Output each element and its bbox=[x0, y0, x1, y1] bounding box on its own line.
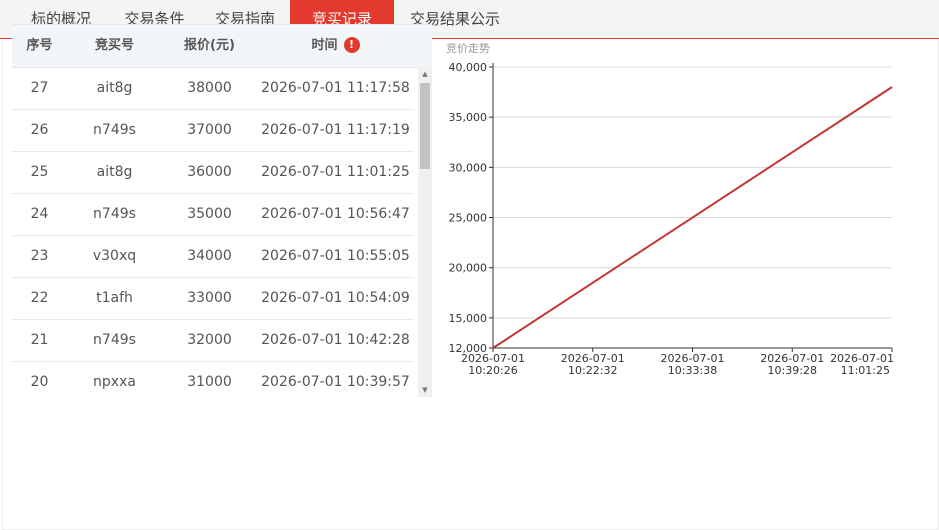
table-row: 24 n749s 35000 2026-07-01 10:56:47 bbox=[12, 193, 414, 236]
row-bidder: n749s bbox=[93, 332, 136, 348]
row-time: 2026-07-01 10:42:28 bbox=[261, 332, 410, 348]
table-scrollbar[interactable]: ▲ ▼ bbox=[418, 67, 432, 397]
row-seq: 26 bbox=[30, 122, 49, 138]
row-price: 32000 bbox=[187, 332, 232, 348]
table-row: 23 v30xq 34000 2026-07-01 10:55:05 bbox=[12, 235, 414, 278]
x-tick-time: 10:33:38 bbox=[668, 364, 717, 377]
auction-page: 标的概况 交易条件 交易指南 竞买记录 交易结果公示 序号 竞买号 报价(元) … bbox=[0, 0, 939, 530]
row-seq: 22 bbox=[30, 290, 49, 306]
header-time: 时间! bbox=[257, 25, 414, 67]
table-header: 序号 竞买号 报价(元) 时间! bbox=[12, 24, 432, 68]
row-seq: 24 bbox=[30, 206, 49, 222]
x-tick-time: 10:22:32 bbox=[568, 364, 617, 377]
header-time-label: 时间 bbox=[311, 38, 338, 53]
row-time: 2026-07-01 11:17:19 bbox=[261, 122, 410, 138]
y-tick-label: 15,000 bbox=[449, 312, 488, 325]
row-bidder: ait8g bbox=[96, 80, 133, 96]
y-tick-label: 20,000 bbox=[449, 262, 488, 275]
header-bidder: 竞买号 bbox=[94, 38, 134, 53]
row-time: 2026-07-01 11:17:58 bbox=[261, 80, 410, 96]
x-tick-time: 11:01:25 bbox=[841, 364, 890, 377]
row-price: 36000 bbox=[187, 164, 232, 180]
scroll-down-icon[interactable]: ▼ bbox=[418, 383, 432, 397]
header-seq: 序号 bbox=[26, 38, 53, 53]
row-bidder: ait8g bbox=[96, 164, 133, 180]
table-row: 22 t1afh 33000 2026-07-01 10:54:09 bbox=[12, 277, 414, 320]
table-row: 26 n749s 37000 2026-07-01 11:17:19 bbox=[12, 109, 414, 152]
x-tick-time: 10:20:26 bbox=[468, 364, 517, 377]
row-seq: 25 bbox=[30, 164, 49, 180]
row-price: 37000 bbox=[187, 122, 232, 138]
y-tick-label: 40,000 bbox=[449, 61, 488, 74]
row-seq: 27 bbox=[30, 80, 49, 96]
x-tick-time: 10:39:28 bbox=[768, 364, 817, 377]
bid-trend-chart: 40,00035,00030,00025,00020,00015,00012,0… bbox=[449, 61, 895, 377]
row-bidder: t1afh bbox=[96, 290, 133, 306]
row-bidder: n749s bbox=[93, 206, 136, 222]
row-bidder: npxxa bbox=[93, 374, 136, 390]
row-seq: 20 bbox=[30, 374, 49, 390]
warning-icon[interactable]: ! bbox=[343, 36, 360, 53]
row-time: 2026-07-01 10:39:57 bbox=[261, 374, 410, 390]
row-seq: 21 bbox=[30, 332, 49, 348]
row-seq: 23 bbox=[30, 248, 49, 264]
bid-records-table: 序号 竞买号 报价(元) 时间! 27 ait8g 38000 2026-07-01 … bbox=[12, 24, 432, 397]
table-row: 21 n749s 32000 2026-07-01 10:42:28 bbox=[12, 319, 414, 362]
y-tick-label: 25,000 bbox=[449, 212, 488, 225]
row-price: 33000 bbox=[187, 290, 232, 306]
table-body[interactable]: 27 ait8g 38000 2026-07-01 11:17:58 26 n749s 37… bbox=[12, 67, 432, 397]
scroll-up-icon[interactable]: ▲ bbox=[418, 67, 432, 81]
row-bidder: v30xq bbox=[92, 248, 137, 264]
table-row: 25 ait8g 36000 2026-07-01 11:01:25 bbox=[12, 151, 414, 194]
y-tick-label: 35,000 bbox=[449, 111, 488, 124]
row-price: 38000 bbox=[187, 80, 232, 96]
y-tick-label: 30,000 bbox=[449, 161, 488, 174]
row-price: 35000 bbox=[187, 206, 232, 222]
row-time: 2026-07-01 10:54:09 bbox=[261, 290, 410, 306]
row-price: 31000 bbox=[187, 374, 232, 390]
chart-title: 竞价走势 bbox=[446, 42, 490, 55]
row-bidder: n749s bbox=[93, 122, 136, 138]
row-price: 34000 bbox=[187, 248, 232, 264]
row-time: 2026-07-01 10:55:05 bbox=[261, 248, 410, 264]
header-price: 报价(元) bbox=[184, 38, 235, 53]
scrollbar-thumb[interactable] bbox=[420, 83, 430, 169]
row-time: 2026-07-01 11:01:25 bbox=[261, 164, 410, 180]
row-time: 2026-07-01 10:56:47 bbox=[261, 206, 410, 222]
table-row: 27 ait8g 38000 2026-07-01 11:17:58 bbox=[12, 67, 414, 110]
table-row: 20 npxxa 31000 2026-07-01 10:39:57 bbox=[12, 361, 414, 397]
